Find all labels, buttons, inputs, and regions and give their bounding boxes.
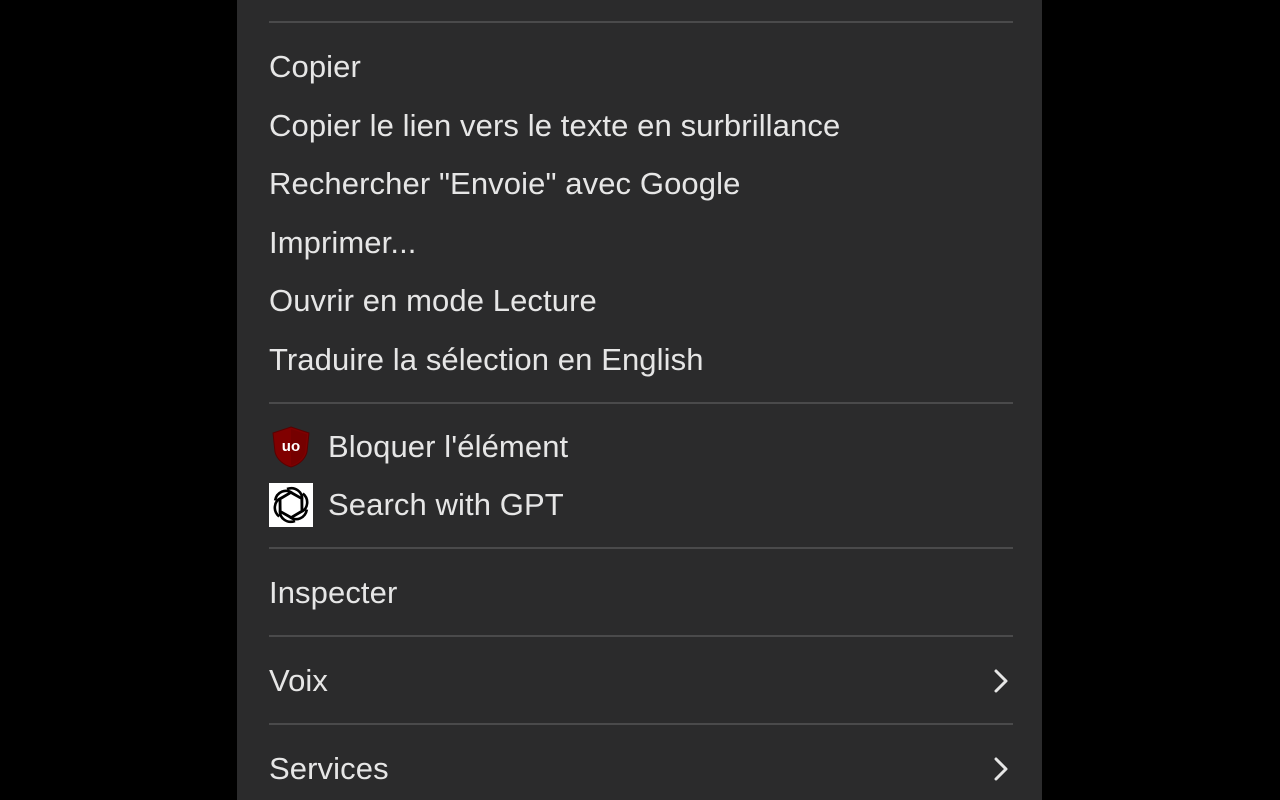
menu-separator — [269, 547, 1013, 549]
menu-separator — [269, 402, 1013, 404]
menu-item-search-with-gpt[interactable]: Search with GPT — [269, 482, 1013, 528]
menu-item-label: Copier — [269, 49, 361, 84]
openai-logo-icon — [269, 483, 313, 527]
chevron-right-icon — [989, 665, 1013, 697]
menu-item-label: Traduire la sélection en English — [269, 342, 704, 377]
menu-item-label: Ouvrir en mode Lecture — [269, 283, 597, 318]
menu-separator — [269, 635, 1013, 637]
menu-item-copy-link-to-highlight[interactable]: Copier le lien vers le texte en surbrill… — [269, 103, 1013, 149]
menu-item-label: Inspecter — [269, 575, 398, 610]
menu-item-block-element[interactable]: uo Bloquer l'élément — [269, 424, 1013, 470]
menu-item-copier[interactable]: Copier — [269, 44, 1013, 90]
menu-item-translate-selection[interactable]: Traduire la sélection en English — [269, 337, 1013, 383]
menu-item-label: Bloquer l'élément — [328, 429, 569, 464]
menu-item-voix[interactable]: Voix — [269, 658, 1013, 704]
menu-item-search-google[interactable]: Rechercher "Envoie" avec Google — [269, 161, 1013, 207]
chevron-right-icon — [989, 753, 1013, 785]
menu-item-services[interactable]: Services — [269, 746, 1013, 792]
menu-separator — [269, 723, 1013, 725]
menu-item-print[interactable]: Imprimer... — [269, 220, 1013, 266]
ublock-origin-icon: uo — [269, 425, 313, 469]
menu-item-label: Imprimer... — [269, 225, 417, 260]
menu-item-label: Rechercher "Envoie" avec Google — [269, 166, 741, 201]
menu-separator — [269, 21, 1013, 23]
menu-item-label: Voix — [269, 663, 328, 698]
menu-item-label: Search with GPT — [328, 487, 564, 522]
menu-item-label: Copier le lien vers le texte en surbrill… — [269, 108, 841, 143]
menu-item-label: Services — [269, 751, 389, 786]
menu-item-inspect[interactable]: Inspecter — [269, 570, 1013, 616]
context-menu: Copier Copier le lien vers le texte en s… — [237, 0, 1042, 800]
svg-text:uo: uo — [282, 438, 301, 455]
menu-item-reader-mode[interactable]: Ouvrir en mode Lecture — [269, 278, 1013, 324]
